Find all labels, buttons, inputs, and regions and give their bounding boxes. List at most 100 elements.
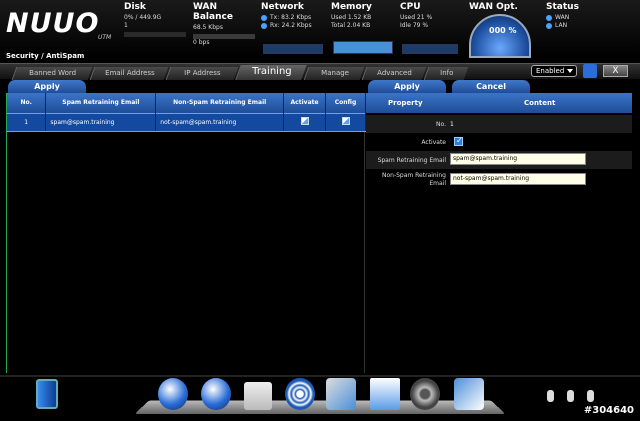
prop-row-nonspam-email: Non-Spam Retraining Email not-spam@spam.… bbox=[366, 169, 632, 193]
no-value: 1 bbox=[450, 121, 454, 128]
config-edit-icon[interactable] bbox=[341, 117, 350, 125]
network-globe-icon[interactable] bbox=[158, 378, 188, 410]
row-no: 1 bbox=[7, 112, 47, 132]
disk-usage: 0% / 449.9G bbox=[124, 14, 162, 21]
memory-stat: Memory Used 1.52 KB Total 2.04 KB bbox=[331, 2, 395, 30]
spam-email-field[interactable]: spam@spam.training bbox=[450, 153, 586, 165]
prop-row-spam-email: Spam Retraining Email spam@spam.training bbox=[366, 151, 632, 169]
header-status-bar: NUUO UTM Disk 0% / 449.9G 1 WAN Balance … bbox=[0, 0, 640, 58]
device-indicator-icon bbox=[567, 390, 574, 402]
tab-training[interactable]: Training bbox=[235, 65, 307, 80]
nonspam-email-label: Non-Spam Retraining Email bbox=[381, 172, 446, 187]
wan-balance-title: WAN Balance bbox=[193, 2, 233, 22]
puzzle-icon[interactable] bbox=[454, 378, 484, 410]
prop-row-no: No. 1 bbox=[366, 115, 632, 133]
tab-info[interactable]: Info bbox=[423, 67, 469, 80]
tab-ip-address[interactable]: IP Address bbox=[165, 67, 239, 80]
row-spam-email: spam@spam.training bbox=[45, 112, 157, 132]
row-config-cell bbox=[325, 112, 366, 132]
tx-icon bbox=[261, 14, 267, 21]
wan-balance-rate2: 0 bps bbox=[193, 39, 210, 46]
cpu-title: CPU bbox=[400, 2, 421, 12]
network-rx: Rx: 24.2 Kbps bbox=[270, 22, 312, 29]
training-table: No. Spam Retraining Email Non-Spam Retra… bbox=[7, 93, 366, 132]
settings-gears-icon[interactable] bbox=[410, 378, 440, 410]
logo-subtitle: UTM bbox=[98, 34, 112, 41]
dock-shelf bbox=[134, 400, 506, 414]
left-apply-button[interactable]: Apply bbox=[8, 80, 86, 93]
enabled-select[interactable]: Enabled bbox=[531, 65, 577, 77]
col-property: Property bbox=[388, 99, 423, 107]
training-list-panel: No. Spam Retraining Email Non-Spam Retra… bbox=[6, 93, 366, 373]
activate-edit-icon[interactable] bbox=[300, 117, 309, 125]
device-indicator-icon bbox=[587, 390, 594, 402]
memory-title: Memory bbox=[331, 2, 372, 12]
wan-opt-stat: WAN Opt. bbox=[469, 2, 518, 14]
close-button[interactable]: X bbox=[603, 65, 628, 77]
wan-opt-value: 000 % bbox=[489, 26, 517, 35]
cpu-stat: CPU Used 21 % Idle 79 % bbox=[400, 2, 460, 30]
breadcrumb: Security / AntiSpam bbox=[6, 52, 85, 60]
network-title: Network bbox=[261, 2, 304, 12]
spam-email-label: Spam Retraining Email bbox=[377, 157, 446, 164]
table-row[interactable]: 1 spam@spam.training not-spam@spam.train… bbox=[7, 112, 366, 132]
col-spam-email: Spam Retraining Email bbox=[45, 93, 157, 113]
activate-checkbox[interactable] bbox=[454, 136, 463, 146]
property-header: Property Content bbox=[366, 93, 632, 113]
cpu-idle: Idle 79 % bbox=[400, 22, 429, 29]
status-lan: LAN bbox=[555, 22, 568, 29]
activate-label: Activate bbox=[421, 139, 446, 146]
wan-opt-gauge: 000 % bbox=[469, 14, 531, 58]
report-chart-icon[interactable] bbox=[370, 378, 400, 410]
nonspam-email-field[interactable]: not-spam@spam.training bbox=[450, 173, 586, 185]
col-no: No. bbox=[7, 93, 47, 113]
wan-globe-icon[interactable] bbox=[201, 378, 231, 410]
wan-status-icon bbox=[546, 14, 552, 21]
tab-email-address[interactable]: Email Address bbox=[89, 67, 169, 80]
disk-count: 1 bbox=[124, 22, 128, 29]
tools-icon[interactable] bbox=[326, 378, 356, 410]
network-graph bbox=[263, 44, 323, 54]
bottom-divider bbox=[0, 375, 640, 377]
col-activate: Activate bbox=[283, 93, 327, 113]
memory-used: Used 1.52 KB bbox=[331, 14, 372, 21]
row-activate-cell bbox=[283, 112, 327, 132]
device-indicator-icon bbox=[547, 390, 554, 402]
rx-icon bbox=[261, 22, 267, 29]
chevron-down-icon bbox=[567, 69, 573, 73]
status-stat: Status WAN LAN bbox=[546, 2, 606, 30]
tab-advanced[interactable]: Advanced bbox=[361, 67, 427, 80]
property-panel: Property Content No. 1 Activate Spam Ret… bbox=[366, 93, 632, 373]
security-shield-icon[interactable] bbox=[244, 382, 272, 410]
lan-status-icon bbox=[546, 22, 552, 29]
nuuo-logo: NUUO bbox=[6, 8, 100, 39]
wan-balance-rate: 68.5 Kbps bbox=[193, 24, 223, 31]
memory-graph bbox=[333, 41, 393, 54]
enabled-select-value: Enabled bbox=[536, 67, 565, 75]
disk-bar bbox=[124, 32, 186, 37]
status-title: Status bbox=[546, 2, 579, 12]
cpu-graph bbox=[402, 44, 458, 54]
switch-icon[interactable] bbox=[583, 64, 597, 78]
wan-opt-title: WAN Opt. bbox=[469, 2, 518, 12]
cpu-used: Used 21 % bbox=[400, 14, 433, 21]
disk-stat: Disk 0% / 449.9G 1 bbox=[124, 2, 186, 37]
network-stat: Network Tx: 83.2 Kbps Rx: 24.2 Kbps bbox=[261, 2, 325, 30]
row-nonspam-email: not-spam@spam.training bbox=[155, 112, 285, 132]
col-nonspam-email: Non-Spam Retraining Email bbox=[155, 93, 285, 113]
tab-banned-word[interactable]: Banned Word bbox=[11, 67, 93, 80]
network-tx: Tx: 83.2 Kbps bbox=[270, 14, 312, 21]
watermark: #304640 bbox=[583, 405, 634, 416]
disk-title: Disk bbox=[124, 2, 146, 12]
no-label: No. bbox=[436, 121, 446, 128]
logout-door-icon[interactable] bbox=[36, 379, 58, 409]
cancel-button[interactable]: Cancel bbox=[452, 80, 530, 93]
right-apply-button[interactable]: Apply bbox=[368, 80, 446, 93]
prop-row-activate: Activate bbox=[366, 133, 632, 151]
memory-total: Total 2.04 KB bbox=[331, 22, 371, 29]
wireless-icon[interactable] bbox=[285, 378, 315, 410]
col-content: Content bbox=[524, 99, 556, 107]
status-wan: WAN bbox=[555, 14, 570, 21]
col-config: Config bbox=[325, 93, 366, 113]
tab-manage[interactable]: Manage bbox=[303, 67, 365, 80]
